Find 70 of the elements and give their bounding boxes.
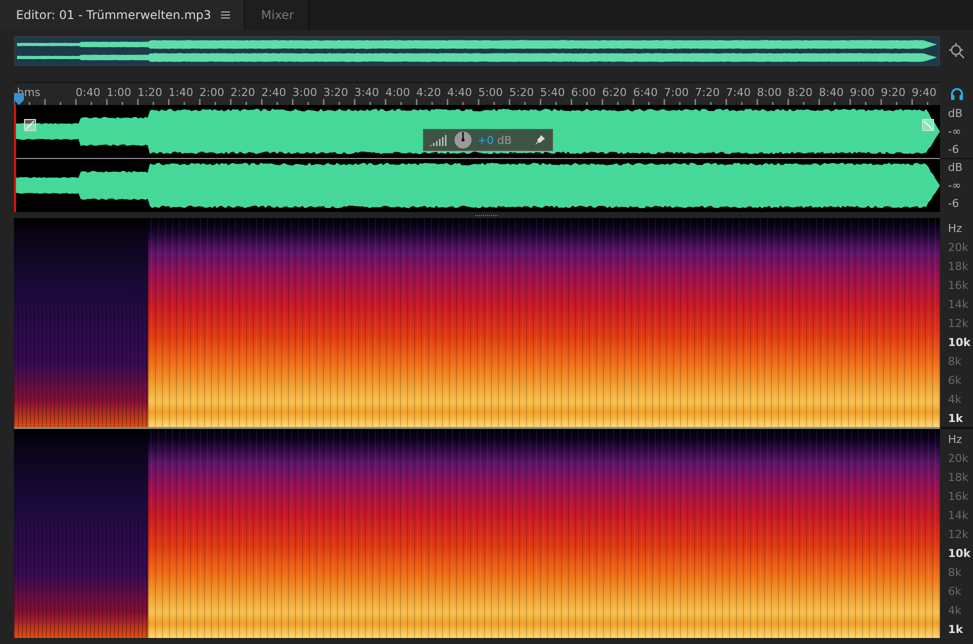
time-label: 8:20 [788, 86, 813, 99]
resize-handle-icon[interactable] [474, 214, 498, 216]
time-label: 8:00 [756, 86, 782, 99]
frequency-scale-label: 8k [948, 355, 962, 368]
menu-icon[interactable] [221, 11, 230, 19]
time-label: 6:00 [571, 86, 596, 99]
volume-knob[interactable] [454, 131, 472, 149]
time-label: 5:20 [509, 86, 534, 99]
frequency-scale-label: 10k [948, 336, 972, 349]
frequency-scale-label: 1k [948, 412, 964, 425]
time-label: 2:20 [230, 86, 256, 99]
tab[interactable]: Mixer [245, 0, 309, 30]
time-label: 2:00 [200, 86, 224, 99]
time-label: 7:40 [726, 86, 751, 99]
time-label: 3:00 [292, 86, 318, 99]
frequency-scale-label: Hz [948, 433, 964, 446]
time-label: 1:20 [138, 86, 162, 99]
frequency-scale-label: 1k [948, 623, 964, 636]
time-label: 9:20 [880, 86, 906, 99]
frequency-scale-label: 20k [948, 452, 970, 465]
time-label: 4:40 [447, 86, 472, 99]
fade-out-handle-icon[interactable] [922, 119, 934, 131]
time-label: 2:40 [261, 86, 286, 99]
time-label: 9:40 [912, 86, 936, 99]
time-label: 0:40 [76, 86, 100, 99]
spectrogram[interactable] [14, 429, 940, 638]
time-label: 9:00 [850, 86, 875, 99]
amplitude-scale-label: dB [948, 107, 964, 120]
frequency-scale-label: 4k [948, 604, 962, 617]
frequency-scale-label: 8k [948, 566, 962, 579]
frequency-scale-label: 6k [948, 585, 962, 598]
frequency-scale-label: 4k [948, 393, 962, 406]
frequency-scale-label: 12k [948, 317, 970, 330]
time-label: 7:00 [664, 86, 689, 99]
fade-in-handle-icon[interactable] [24, 119, 36, 131]
time-label: 8:40 [818, 86, 844, 99]
amplitude-scale-label: -6 [948, 142, 960, 156]
amplitude-scale-label: dB [948, 161, 964, 174]
frequency-scale-label: 10k [948, 547, 972, 560]
volume-value: +0 dB [478, 134, 512, 146]
frequency-scale-label: 16k [948, 279, 970, 292]
time-label: 6:40 [633, 86, 658, 99]
zoom-icon[interactable] [948, 42, 966, 60]
frequency-scale-label: 14k [948, 509, 970, 522]
amplitude-scale-label: -∞ [948, 124, 962, 138]
time-label: 3:40 [354, 86, 380, 99]
frequency-scale-label: 20k [948, 241, 970, 254]
frequency-scale-label: 18k [948, 471, 970, 484]
time-label: 5:40 [540, 86, 565, 99]
time-label: 3:20 [323, 86, 348, 99]
time-label: 4:20 [416, 86, 441, 99]
frequency-scale-label: 12k [948, 528, 970, 541]
tab[interactable]: Editor: 01 - Trümmerwelten.mp3 [0, 0, 246, 30]
time-label: 7:20 [695, 86, 720, 99]
frequency-scale-label: Hz [948, 222, 964, 235]
overview-waveform[interactable] [14, 36, 940, 66]
headphones-icon[interactable] [950, 86, 964, 100]
time-label: 1:00 [106, 86, 132, 99]
time-label: 6:20 [602, 86, 627, 99]
time-label: 4:00 [385, 86, 410, 99]
amplitude-scale-label: -∞ [948, 178, 962, 192]
frequency-scale-label: 14k [948, 298, 970, 311]
amplitude-scale-label: -6 [948, 196, 960, 210]
time-label: 5:00 [478, 86, 503, 99]
spectrogram[interactable] [14, 218, 940, 427]
frequency-scale-label: 18k [948, 260, 970, 273]
time-label: 1:40 [168, 86, 194, 99]
pin-icon[interactable] [534, 134, 546, 146]
frequency-scale-label: 16k [948, 490, 970, 503]
frequency-scale-label: 6k [948, 374, 962, 387]
